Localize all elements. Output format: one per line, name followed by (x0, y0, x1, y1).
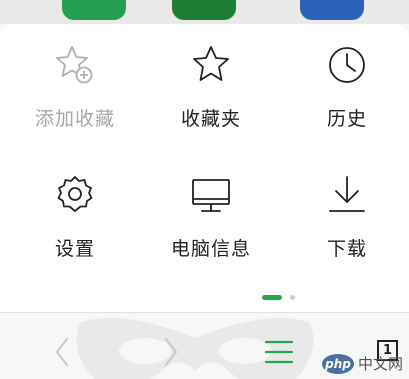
menu-item-download[interactable]: 下载 (287, 172, 407, 272)
watermark: php 中文网 (322, 353, 403, 374)
menu-item-history[interactable]: 历史 (287, 42, 407, 142)
menu-item-label: 添加收藏 (34, 108, 115, 130)
page-dot (290, 294, 295, 300)
chevron-right-icon (163, 337, 179, 371)
clock-icon (324, 42, 370, 88)
menu-item-add-bookmark[interactable]: 添加收藏 (15, 42, 135, 142)
watermark-logo: php (322, 353, 354, 374)
menu-item-label: 电脑信息 (170, 238, 251, 260)
menu-item-label: 历史 (326, 108, 367, 130)
menu-item-label: 下载 (326, 238, 367, 260)
monitor-icon (188, 172, 234, 218)
menu-panel: 添加收藏 收藏夹 历史 设置 电脑信息 下载 (0, 24, 409, 312)
page-dot-active (262, 294, 282, 300)
app-tile-green (62, 0, 126, 20)
back-button[interactable] (48, 336, 76, 372)
watermark-text: 中文网 (358, 355, 404, 373)
app-tile-dark-green (172, 0, 236, 20)
download-icon (324, 172, 370, 218)
menu-item-label: 设置 (54, 238, 95, 260)
chevron-left-icon (54, 337, 70, 371)
star-plus-icon (52, 42, 98, 88)
gear-icon (52, 172, 98, 218)
hamburger-menu-icon (264, 339, 294, 369)
page-indicator (262, 294, 295, 300)
forward-button[interactable] (157, 336, 185, 372)
menu-button[interactable] (262, 338, 296, 370)
background-app-strip (0, 0, 409, 24)
star-icon (188, 42, 234, 88)
menu-item-computer-info[interactable]: 电脑信息 (151, 172, 271, 272)
app-tile-blue (300, 0, 364, 20)
menu-item-label: 收藏夹 (180, 108, 241, 130)
menu-item-settings[interactable]: 设置 (15, 172, 135, 272)
menu-item-favorites[interactable]: 收藏夹 (151, 42, 271, 142)
